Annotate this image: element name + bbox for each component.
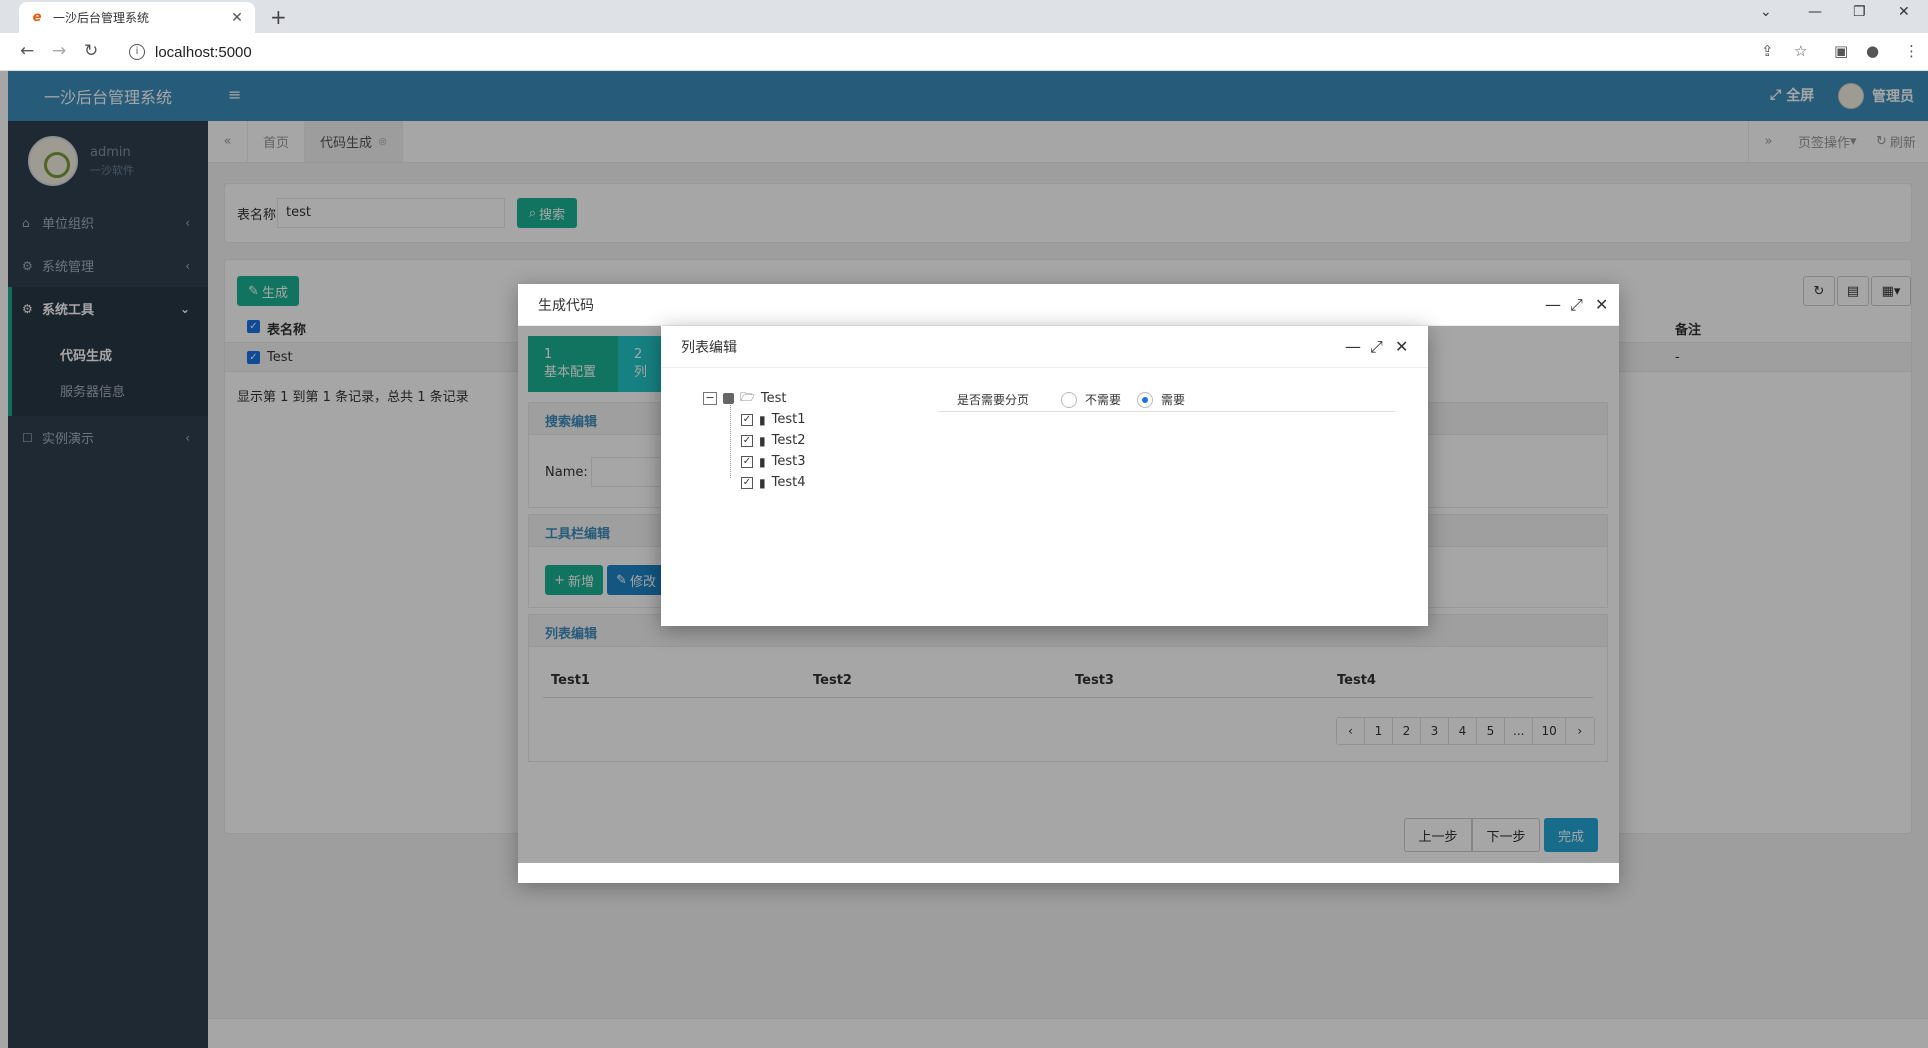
modal-header: 生成代码 — ⤢ ✕ (518, 284, 1619, 326)
partial-check-icon[interactable] (723, 393, 734, 404)
back-icon[interactable]: ← (20, 41, 34, 61)
browser-tab[interactable]: e 一沙后台管理系统 ✕ (19, 2, 255, 33)
checkbox-checked-icon[interactable]: ✓ (741, 455, 753, 468)
reload-icon[interactable]: ↻ (84, 41, 98, 61)
tree-root[interactable]: − 🗁 Test (703, 388, 805, 409)
tree-node-label: Test2 (771, 433, 806, 448)
minimize-icon[interactable]: — (1808, 4, 1822, 20)
url-field[interactable]: i localhost:5000 (117, 38, 1817, 66)
modal-title: 生成代码 (538, 297, 594, 314)
checkbox-checked-icon[interactable]: ✓ (741, 476, 753, 489)
list-edit-modal: 列表编辑 — ⤢ ✕ − 🗁 Test ✓ ▮ Test1 ✓ ▮ Test2 … (661, 326, 1428, 626)
maximize-icon[interactable]: ⤢ (1370, 337, 1383, 357)
tree-node-label: Test1 (771, 412, 806, 427)
tree-node[interactable]: ✓ ▮ Test4 (703, 472, 805, 493)
tree-node-label: Test4 (771, 475, 806, 490)
tree-node[interactable]: ✓ ▮ Test1 (703, 409, 805, 430)
address-bar: ← → ↻ i localhost:5000 (0, 33, 1928, 71)
new-tab-icon[interactable]: + (270, 5, 287, 29)
close-icon[interactable]: ✕ (1395, 337, 1408, 356)
minimize-icon[interactable]: — (1345, 337, 1361, 356)
modal-header: 列表编辑 — ⤢ ✕ (661, 326, 1428, 368)
browser-tab-title: 一沙后台管理系统 (53, 11, 150, 25)
paging-label: 是否需要分页 (957, 393, 1030, 407)
url-text: localhost:5000 (155, 43, 252, 61)
file-icon: ▮ (759, 433, 766, 448)
restore-icon[interactable]: ❐ (1853, 4, 1866, 20)
side-panel-icon[interactable]: ▣ (1834, 42, 1848, 60)
close-icon[interactable]: ✕ (1595, 295, 1608, 314)
modal-footer (518, 863, 1619, 883)
chevron-down-icon[interactable]: ⌄ (1760, 4, 1772, 20)
close-tab-icon[interactable]: ✕ (229, 10, 245, 26)
browser-tabstrip: e 一沙后台管理系统 ✕ + ⌄ — ❐ ✕ (0, 0, 1928, 33)
maximize-icon[interactable]: ⤢ (1570, 295, 1583, 315)
forward-icon[interactable]: → (52, 41, 66, 61)
minimize-icon[interactable]: — (1545, 295, 1561, 314)
checkbox-checked-icon[interactable]: ✓ (741, 413, 753, 426)
radio-label: 不需要 (1085, 393, 1122, 407)
radio-label: 需要 (1161, 393, 1186, 407)
file-icon: ▮ (759, 475, 766, 490)
star-icon[interactable]: ☆ (1794, 42, 1807, 60)
profile-icon[interactable]: ● (1866, 42, 1879, 60)
checkbox-checked-icon[interactable]: ✓ (741, 434, 753, 447)
radio-no-paging[interactable] (1061, 391, 1077, 408)
close-window-icon[interactable]: ✕ (1898, 4, 1910, 20)
radio-paging[interactable] (1137, 391, 1154, 408)
modal-title: 列表编辑 (681, 339, 737, 356)
file-icon: ▮ (759, 454, 766, 469)
tree-node[interactable]: ✓ ▮ Test2 (703, 430, 805, 451)
column-tree: − 🗁 Test ✓ ▮ Test1 ✓ ▮ Test2 ✓ ▮ Test3 ✓… (703, 388, 805, 493)
paging-option-row: 是否需要分页 不需要 需要 (939, 388, 1395, 412)
favicon-icon: e (32, 9, 42, 25)
tree-node-label: Test3 (771, 454, 806, 469)
more-icon[interactable]: ⋮ (1904, 42, 1919, 60)
share-icon[interactable]: ⇪ (1761, 42, 1774, 60)
folder-open-icon: 🗁 (740, 390, 755, 404)
info-icon[interactable]: i (129, 44, 145, 60)
file-icon: ▮ (759, 412, 766, 427)
tree-node[interactable]: ✓ ▮ Test3 (703, 451, 805, 472)
collapse-icon[interactable]: − (703, 392, 717, 405)
tree-node-label: Test (760, 391, 787, 406)
